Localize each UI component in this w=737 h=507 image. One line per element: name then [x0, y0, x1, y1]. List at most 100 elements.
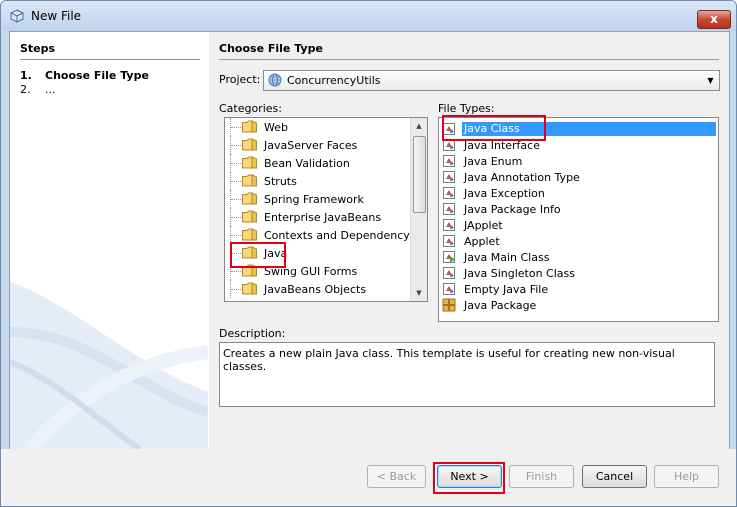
file-type-japplet[interactable]: JApplet [439, 217, 718, 233]
project-dropdown[interactable]: ConcurrencyUtils ▼ [263, 70, 720, 91]
project-label: Project: [219, 73, 261, 86]
category-contexts-and-dependency-injection[interactable]: Contexts and Dependency Injection [225, 226, 410, 244]
category-swing-gui-forms[interactable]: Swing GUI Forms [225, 262, 410, 280]
step-label: ... [45, 83, 56, 96]
section-title: Choose File Type [219, 42, 323, 55]
folder-icon [242, 264, 257, 277]
scroll-up-arrow-icon[interactable]: ▲ [411, 118, 427, 134]
categories-label: Categories: [219, 102, 282, 115]
section-divider [219, 59, 719, 60]
folder-icon [242, 120, 257, 133]
applet-icon [443, 235, 455, 247]
folder-icon [242, 138, 257, 151]
category-java[interactable]: Java [225, 244, 410, 262]
category-label: Bean Validation [264, 157, 350, 170]
folder-icon [242, 246, 257, 259]
folder-icon [242, 156, 257, 169]
cancel-button[interactable]: Cancel [582, 465, 647, 488]
window-title: New File [31, 9, 82, 23]
categories-scrollbar[interactable]: ▲ ▼ [410, 118, 427, 301]
file-type-java-main-class[interactable]: Java Main Class [439, 249, 718, 265]
empty-java-file-icon [443, 283, 455, 295]
file-type-java-annotation-type[interactable]: Java Annotation Type [439, 169, 718, 185]
category-bean-validation[interactable]: Bean Validation [225, 154, 410, 172]
steps-heading: Steps [20, 42, 56, 55]
java-package-icon [442, 298, 456, 312]
help-button[interactable]: Help [654, 465, 719, 488]
category-label: JavaBeans Objects [264, 283, 367, 296]
choose-file-type-panel: Choose File Type Project: ConcurrencyUti… [209, 32, 729, 449]
description-label: Description: [219, 327, 286, 340]
back-button[interactable]: < Back [367, 465, 426, 488]
file-type-label: Java Interface [464, 139, 540, 152]
java-annotation-icon [443, 171, 455, 183]
folder-icon [242, 210, 257, 223]
folder-icon [242, 174, 257, 187]
folder-icon [242, 228, 257, 241]
java-main-class-icon [443, 251, 455, 263]
project-value: ConcurrencyUtils [287, 74, 381, 87]
scroll-down-arrow-icon[interactable]: ▼ [411, 285, 427, 301]
java-interface-icon [443, 139, 455, 151]
finish-button[interactable]: Finish [509, 465, 574, 488]
file-type-label: Java Exception [464, 187, 545, 200]
file-type-java-package-info[interactable]: Java Package Info [439, 201, 718, 217]
file-type-label: Empty Java File [464, 283, 549, 296]
file-type-label: Applet [464, 235, 500, 248]
file-types-list[interactable]: Java Class Java Interface Java Enum Java… [438, 117, 719, 322]
file-type-java-package[interactable]: Java Package [439, 297, 718, 313]
new-file-dialog: New File x Steps 1. Choose File Type 2...… [0, 0, 737, 507]
java-class-icon [443, 123, 455, 135]
file-type-java-singleton-class[interactable]: Java Singleton Class [439, 265, 718, 281]
scrollbar-thumb[interactable] [413, 136, 426, 213]
next-button[interactable]: Next > [437, 465, 502, 488]
step-choose-file-type: 1. Choose File Type [20, 69, 149, 82]
file-types-label: File Types: [438, 102, 495, 115]
file-type-label: Java Class [462, 122, 716, 136]
java-exception-icon [443, 187, 455, 199]
category-spring-framework[interactable]: Spring Framework [225, 190, 410, 208]
dialog-body: Steps 1. Choose File Type 2.... Choose Fi… [9, 31, 730, 450]
categories-tree[interactable]: Web JavaServer Faces Bean Validation Str… [224, 117, 428, 302]
category-label: Web [264, 121, 288, 134]
file-type-java-exception[interactable]: Java Exception [439, 185, 718, 201]
file-type-java-enum[interactable]: Java Enum [439, 153, 718, 169]
project-globe-icon [268, 73, 282, 87]
category-label: JavaServer Faces [264, 139, 358, 152]
step-ellipsis: 2.... [20, 83, 56, 96]
folder-icon [242, 192, 257, 205]
title-bar[interactable]: New File x [1, 1, 736, 31]
file-type-label: Java Package Info [464, 203, 561, 216]
close-button[interactable]: x [697, 10, 731, 29]
category-enterprise-javabeans[interactable]: Enterprise JavaBeans [225, 208, 410, 226]
description-text: Creates a new plain Java class. This tem… [219, 342, 715, 407]
close-icon: x [710, 12, 718, 26]
category-label: Enterprise JavaBeans [264, 211, 382, 224]
category-label: Swing GUI Forms [264, 265, 358, 278]
chevron-down-icon[interactable]: ▼ [703, 72, 718, 89]
button-bar: < Back Next > Finish Cancel Help [1, 449, 736, 506]
file-type-java-class[interactable]: Java Class [439, 121, 718, 137]
folder-icon [242, 282, 257, 295]
java-package-info-icon [443, 203, 455, 215]
category-label: Struts [264, 175, 297, 188]
java-enum-icon [443, 155, 455, 167]
step-number: 2. [20, 83, 31, 96]
file-type-label: Java Annotation Type [464, 171, 580, 184]
file-type-label: Java Main Class [464, 251, 550, 264]
steps-divider [20, 59, 200, 60]
category-javaserver-faces[interactable]: JavaServer Faces [225, 136, 410, 154]
file-type-empty-java-file[interactable]: Empty Java File [439, 281, 718, 297]
file-type-label: Java Enum [464, 155, 523, 168]
file-type-applet[interactable]: Applet [439, 233, 718, 249]
file-type-java-interface[interactable]: Java Interface [439, 137, 718, 153]
step-label: Choose File Type [45, 69, 149, 82]
file-type-label: JApplet [464, 219, 503, 232]
category-struts[interactable]: Struts [225, 172, 410, 190]
category-label: Java [264, 247, 288, 260]
category-web[interactable]: Web [225, 118, 410, 136]
steps-panel: Steps 1. Choose File Type 2.... [10, 32, 208, 449]
japplet-icon [443, 219, 455, 231]
category-javabeans-objects[interactable]: JavaBeans Objects [225, 280, 410, 298]
java-singleton-icon [443, 267, 455, 279]
